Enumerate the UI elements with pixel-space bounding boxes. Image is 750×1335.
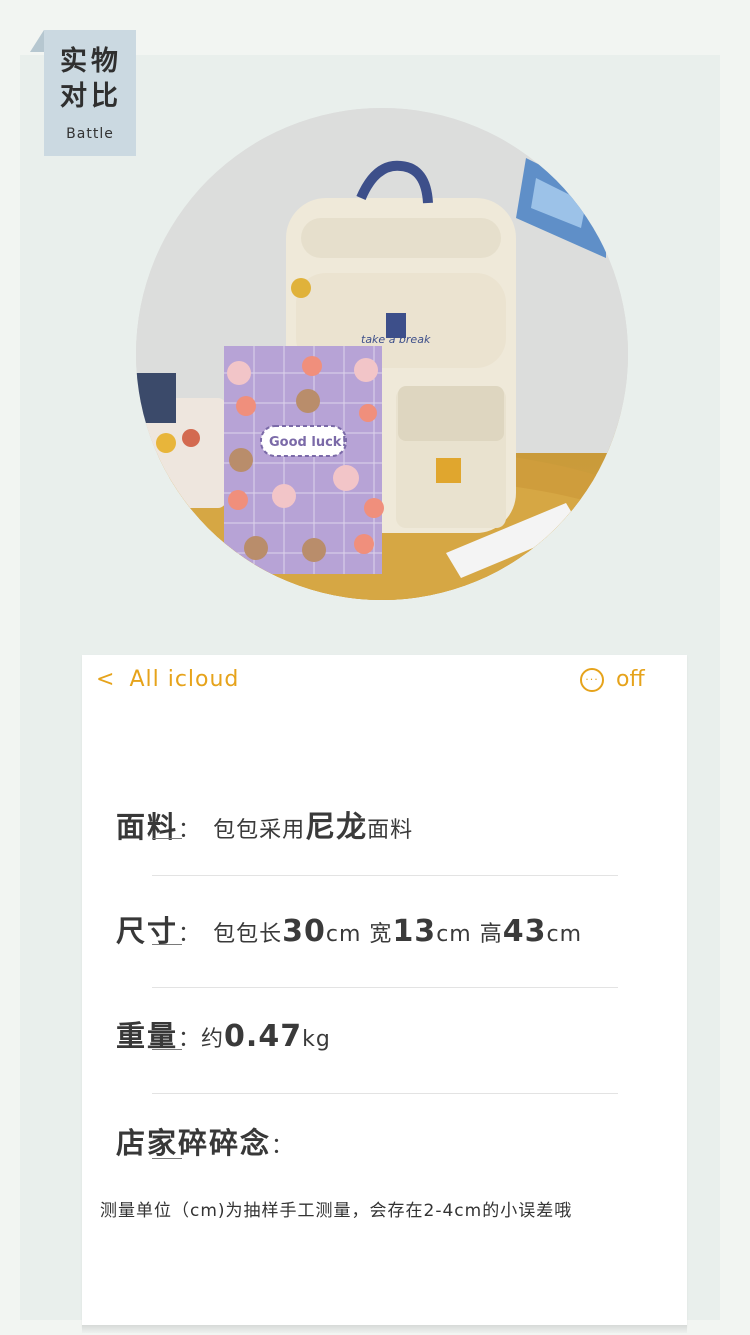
size-length: 30 [282, 914, 326, 949]
weight-value: 0.47 [224, 1019, 303, 1054]
fabric-row: 面料： 包包采用尼龙面料 [116, 802, 413, 846]
notes-underline [152, 1158, 182, 1159]
tag-title-line2: 对比 [60, 81, 122, 112]
svg-text:take a break: take a break [361, 333, 431, 346]
size-unit-3: cm [546, 922, 582, 947]
product-photo-illustration: take a break Good luck! [136, 108, 628, 600]
back-label: All icloud [129, 667, 240, 692]
svg-text:Good luck!: Good luck! [269, 435, 347, 450]
size-width: 13 [392, 914, 437, 949]
more-icon[interactable]: ··· [580, 667, 604, 692]
notes-label: 店家碎碎念 [116, 1126, 272, 1160]
tag-title-line1: 实物 [60, 46, 122, 77]
back-button[interactable]: < All icloud [96, 667, 239, 692]
chevron-left-icon: < [96, 667, 116, 692]
off-label: off [616, 667, 645, 692]
fabric-text-b: 面料 [367, 818, 414, 843]
size-unit-1: cm [325, 922, 362, 947]
measurement-note: 测量单位（cm)为抽样手工测量，会存在2-4cm的小误差哦 [100, 1201, 573, 1221]
more-options[interactable]: ··· off [580, 667, 645, 692]
section-tag: 实物 对比 Battle [44, 30, 136, 156]
notes-row: 店家碎碎念： [116, 1120, 294, 1162]
divider [152, 875, 618, 876]
fabric-colon: ： [178, 818, 202, 843]
weight-label: 重量 [116, 1019, 179, 1053]
divider [152, 1093, 618, 1094]
size-label: 尺寸 [116, 914, 179, 948]
weight-row: 重量：约0.47kg [116, 1013, 331, 1055]
fabric-highlight: 尼龙 [305, 810, 368, 845]
weight-underline [152, 1049, 182, 1050]
weight-unit: kg [302, 1027, 331, 1052]
weight-text: 约 [201, 1027, 225, 1052]
size-width-label: 宽 [361, 922, 393, 947]
info-card [82, 655, 687, 1327]
card-shadow [82, 1325, 687, 1333]
notes-colon: ： [271, 1134, 295, 1159]
product-photo: take a break Good luck! [136, 108, 628, 600]
size-unit-2: cm [436, 922, 472, 947]
fabric-underline [152, 838, 182, 839]
fabric-text-a: 包包采用 [213, 818, 306, 843]
divider [152, 987, 618, 988]
tag-title: 实物 对比 [54, 44, 128, 114]
tag-subtitle: Battle [66, 126, 114, 142]
tag-fold [30, 30, 44, 52]
size-text: 包包长 [213, 922, 283, 947]
size-height: 43 [502, 914, 547, 949]
size-height-label: 高 [471, 922, 503, 947]
size-underline [152, 944, 182, 945]
size-row: 尺寸： 包包长30cm 宽13cm 高43cm [116, 908, 582, 950]
